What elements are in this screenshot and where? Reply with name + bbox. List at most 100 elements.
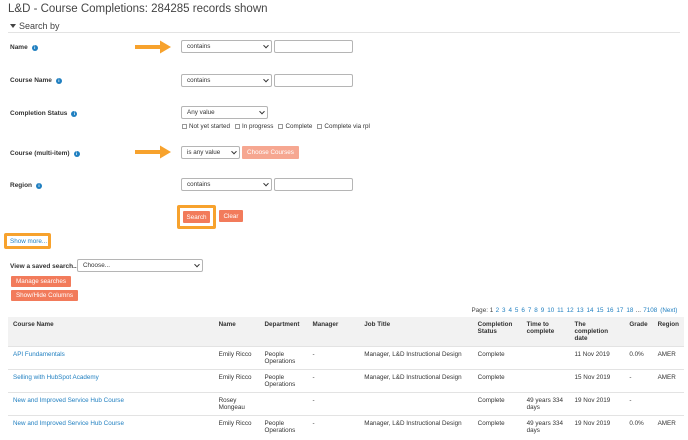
page-link[interactable]: 13 (577, 307, 584, 314)
course-name-operator-select[interactable]: contains (181, 74, 272, 87)
info-icon[interactable]: i (71, 110, 78, 117)
chevron-down-icon (257, 107, 267, 118)
checkbox-complete-via-rpl[interactable]: Complete via rpl (317, 123, 370, 130)
course-name-link[interactable]: New and Improved Service Hub Course (8, 415, 214, 439)
course-name-link[interactable]: API Fundamentals (8, 346, 214, 370)
completion-status-options: Not yet started In progress Complete Com… (182, 123, 370, 130)
page-link[interactable]: 7 (528, 307, 532, 314)
page-link-last[interactable]: 7108 (643, 307, 657, 314)
show-hide-columns-button[interactable]: Show/Hide Columns (11, 290, 78, 301)
checkbox-in-progress[interactable]: In progress (234, 123, 273, 130)
page-link[interactable]: 8 (534, 307, 538, 314)
page-link[interactable]: 4 (508, 307, 512, 314)
manage-searches-button[interactable]: Manage searches (11, 276, 71, 287)
region-label: Region i (10, 182, 43, 189)
column-header[interactable]: Department (259, 317, 307, 347)
course-multi-operator-select[interactable]: is any value (181, 146, 240, 159)
table-cell: - (624, 392, 653, 416)
course-name-link[interactable]: Selling with HubSpot Academy (8, 369, 214, 393)
search-button-highlight: Search (177, 205, 216, 229)
name-operator-select[interactable]: contains (181, 40, 272, 53)
page-link[interactable]: 18 (626, 307, 633, 314)
info-icon[interactable]: i (31, 44, 38, 51)
info-icon[interactable]: i (55, 77, 62, 84)
table-cell: Emily Ricco (213, 346, 260, 370)
checkbox-not-yet-started[interactable]: Not yet started (182, 123, 230, 130)
table-cell: Complete (472, 369, 522, 393)
course-name-link[interactable]: New and Improved Service Hub Course (8, 392, 214, 416)
chevron-down-icon (261, 75, 271, 86)
info-icon[interactable]: i (73, 150, 80, 157)
course-name-label: Course Name i (10, 77, 62, 84)
table-cell: AMER (652, 415, 684, 439)
table-cell: 19 Nov 2019 (569, 415, 625, 439)
table-cell: Emily Ricco (213, 369, 260, 393)
divider (8, 32, 680, 33)
choose-courses-button[interactable]: Choose Courses (242, 146, 299, 159)
table-cell: Manager, L&D Instructional Design (359, 346, 473, 370)
column-header[interactable]: The completion date (570, 317, 625, 347)
table-cell: - (307, 346, 360, 370)
annotation-arrow-icon (135, 40, 171, 54)
table-cell (652, 392, 684, 416)
clear-button[interactable]: Clear (219, 210, 243, 222)
table-cell: Manager, L&D Instructional Design (359, 415, 473, 439)
saved-search-label: View a saved search... (10, 263, 79, 270)
column-header[interactable]: Name (214, 317, 260, 347)
table-row: Selling with HubSpot Academy Emily Ricco P… (8, 369, 684, 393)
page-link[interactable]: 3 (502, 307, 506, 314)
current-page: 1 (489, 307, 494, 314)
table-cell: - (307, 415, 360, 439)
info-icon[interactable]: i (36, 182, 43, 189)
page-link[interactable]: 11 (557, 307, 564, 314)
name-input[interactable] (274, 40, 353, 53)
column-header[interactable]: Grade (624, 317, 652, 347)
page-link[interactable]: 6 (521, 307, 525, 314)
column-header[interactable]: Completion Status (473, 317, 522, 347)
page-link[interactable]: 5 (515, 307, 519, 314)
table-cell: Manager, L&D Instructional Design (359, 369, 473, 393)
completion-status-select[interactable]: Any value (181, 106, 268, 119)
table-cell: 0.0% (624, 346, 653, 370)
page-link[interactable]: 12 (567, 307, 574, 314)
next-page-link[interactable]: (Next) (660, 307, 677, 314)
column-header[interactable]: Course Name (8, 317, 214, 347)
region-operator-select[interactable]: contains (181, 178, 272, 191)
table-cell: Complete (472, 415, 522, 439)
table-cell: 15 Nov 2019 (569, 369, 625, 393)
table-cell (521, 369, 570, 393)
table-cell (359, 392, 473, 416)
table-cell: People Operations (259, 369, 308, 393)
page-link[interactable]: 15 (596, 307, 603, 314)
column-header[interactable]: Time to complete (522, 317, 570, 347)
page-link[interactable]: 10 (547, 307, 554, 314)
region-input[interactable] (274, 178, 353, 191)
table-cell: - (307, 369, 360, 393)
column-header[interactable]: Manager (307, 317, 359, 347)
page-link[interactable]: 16 (606, 307, 613, 314)
table-row: New and Improved Service Hub Course Rosey… (8, 392, 684, 416)
pagination: Page: 1 2 3 4 5 6 7 8 9 10 11 12 13 14 1… (471, 307, 678, 314)
table-cell: - (307, 392, 360, 416)
course-name-input[interactable] (274, 74, 353, 87)
table-cell (521, 346, 570, 370)
saved-search-select[interactable]: Choose... (77, 259, 203, 272)
checkbox-complete[interactable]: Complete (278, 123, 312, 130)
show-more-link[interactable]: Show more... (10, 238, 47, 245)
column-header[interactable]: Region (653, 317, 684, 347)
table-cell: 11 Nov 2019 (569, 346, 625, 370)
caret-down-icon (10, 24, 16, 28)
table-cell: Emily Ricco (213, 415, 260, 439)
table-row: API Fundamentals Emily Ricco People Operat… (8, 346, 684, 370)
completion-status-label: Completion Status i (10, 110, 78, 117)
table-cell: Complete (472, 392, 522, 416)
search-by-toggle[interactable]: Search by (10, 21, 60, 31)
chevron-down-icon (261, 179, 271, 190)
table-cell: 0.0% (624, 415, 653, 439)
search-button[interactable]: Search (183, 211, 210, 223)
page-link[interactable]: 17 (616, 307, 623, 314)
column-header[interactable]: Job Title (359, 317, 472, 347)
page-link[interactable]: 14 (587, 307, 594, 314)
page-link[interactable]: 2 (496, 307, 500, 314)
page-link[interactable]: 9 (541, 307, 545, 314)
